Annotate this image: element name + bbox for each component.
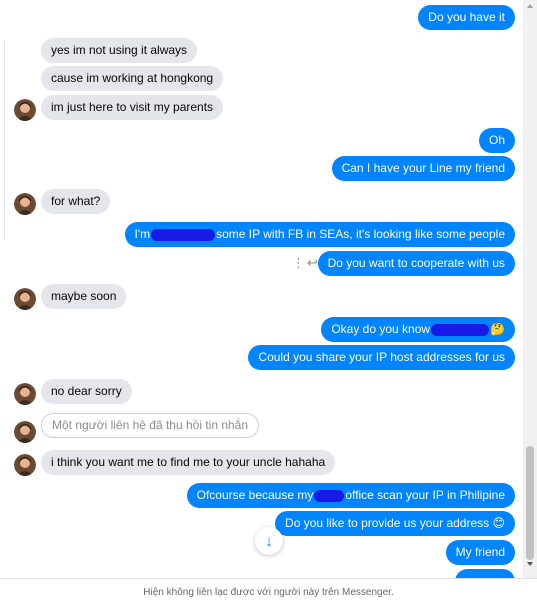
message-outgoing[interactable]: I'm some IP with FB in SEAs, it's looking…: [124, 222, 515, 247]
message-incoming[interactable]: yes im not using it always: [41, 38, 198, 63]
message-text: Can I have your Line my friend: [341, 161, 505, 175]
reply-icon[interactable]: ↩: [307, 255, 318, 271]
unavailable-notice: Hiện không liên lạc được với người này t…: [0, 578, 537, 600]
more-options-icon[interactable]: ⋮: [292, 255, 305, 271]
redaction-mark: [151, 228, 216, 241]
message-text: Do you have it: [428, 10, 505, 24]
message-incoming[interactable]: cause im working at hongkong: [41, 66, 224, 91]
scrollbar-thumb[interactable]: [526, 446, 534, 560]
redaction-mark: [431, 323, 490, 336]
message-text: Do you want to cooperate with us: [327, 256, 505, 270]
contact-avatar[interactable]: [14, 421, 36, 443]
footer-notice-text: Hiện không liên lạc được với người này t…: [143, 587, 394, 598]
thinking-emoji-icon: 🤔: [490, 322, 505, 336]
message-text: some IP with FB in SEAs, it's looking li…: [216, 227, 505, 241]
smile-emoji-icon: 😊: [492, 516, 505, 530]
message-outgoing[interactable]: Do you want to cooperate with us: [317, 251, 515, 276]
message-text: i think you want me to find me to your u…: [51, 455, 326, 469]
redaction-mark: [314, 489, 345, 502]
message-text: for what?: [51, 194, 101, 208]
message-outgoing[interactable]: Do you have it: [418, 5, 515, 30]
message-text: im just here to visit my parents: [51, 100, 214, 114]
message-outgoing-partial[interactable]: [455, 569, 515, 578]
scroll-up-arrow-icon[interactable]: [527, 4, 533, 8]
message-incoming[interactable]: im just here to visit my parents: [41, 95, 224, 120]
message-text: Oh: [488, 133, 505, 147]
conversation-pane: Do you have it yes im not using it alway…: [0, 0, 537, 578]
message-incoming[interactable]: maybe soon: [41, 284, 127, 309]
message-text: office scan your IP in Philipine: [345, 488, 505, 502]
message-text: yes im not using it always: [51, 43, 188, 57]
message-text: Ofcourse because my: [196, 488, 314, 502]
message-outgoing[interactable]: Ofcourse because my office scan your IP i…: [186, 483, 515, 508]
message-text: Could you share your IP host addresses f…: [258, 350, 505, 364]
message-text: My friend: [455, 545, 505, 559]
message-text: Một người liên hệ đã thu hồi tin nhắn: [52, 418, 249, 432]
message-outgoing[interactable]: Do you like to provide us your address 😊: [275, 511, 515, 536]
message-text: maybe soon: [51, 289, 117, 303]
message-outgoing[interactable]: Can I have your Line my friend: [331, 156, 515, 181]
message-outgoing[interactable]: Could you share your IP host addresses f…: [248, 345, 515, 370]
message-outgoing[interactable]: Oh: [478, 128, 515, 153]
contact-avatar[interactable]: [14, 99, 36, 121]
message-text: Okay do you know: [331, 322, 431, 336]
message-text: cause im working at hongkong: [51, 71, 214, 85]
scroll-down-arrow-icon[interactable]: [527, 562, 533, 566]
scroll-to-bottom-button[interactable]: ↓: [255, 527, 283, 555]
message-outgoing[interactable]: Okay do you know 🤔: [321, 317, 515, 342]
contact-avatar[interactable]: [14, 193, 36, 215]
arrow-down-icon: ↓: [265, 532, 273, 550]
message-retracted[interactable]: Một người liên hệ đã thu hồi tin nhắn: [41, 413, 260, 438]
message-text: no dear sorry: [51, 384, 122, 398]
message-incoming[interactable]: for what?: [41, 189, 111, 214]
contact-avatar[interactable]: [14, 383, 36, 405]
contact-avatar[interactable]: [14, 288, 36, 310]
contact-avatar[interactable]: [14, 454, 36, 476]
message-incoming[interactable]: no dear sorry: [41, 379, 132, 404]
scrollbar[interactable]: [523, 0, 537, 578]
message-incoming[interactable]: i think you want me to find me to your u…: [41, 450, 336, 475]
message-outgoing[interactable]: My friend: [445, 540, 515, 565]
message-text: I'm: [134, 227, 151, 241]
message-text: Do you like to provide us your address: [285, 516, 490, 530]
divider: [4, 40, 5, 240]
